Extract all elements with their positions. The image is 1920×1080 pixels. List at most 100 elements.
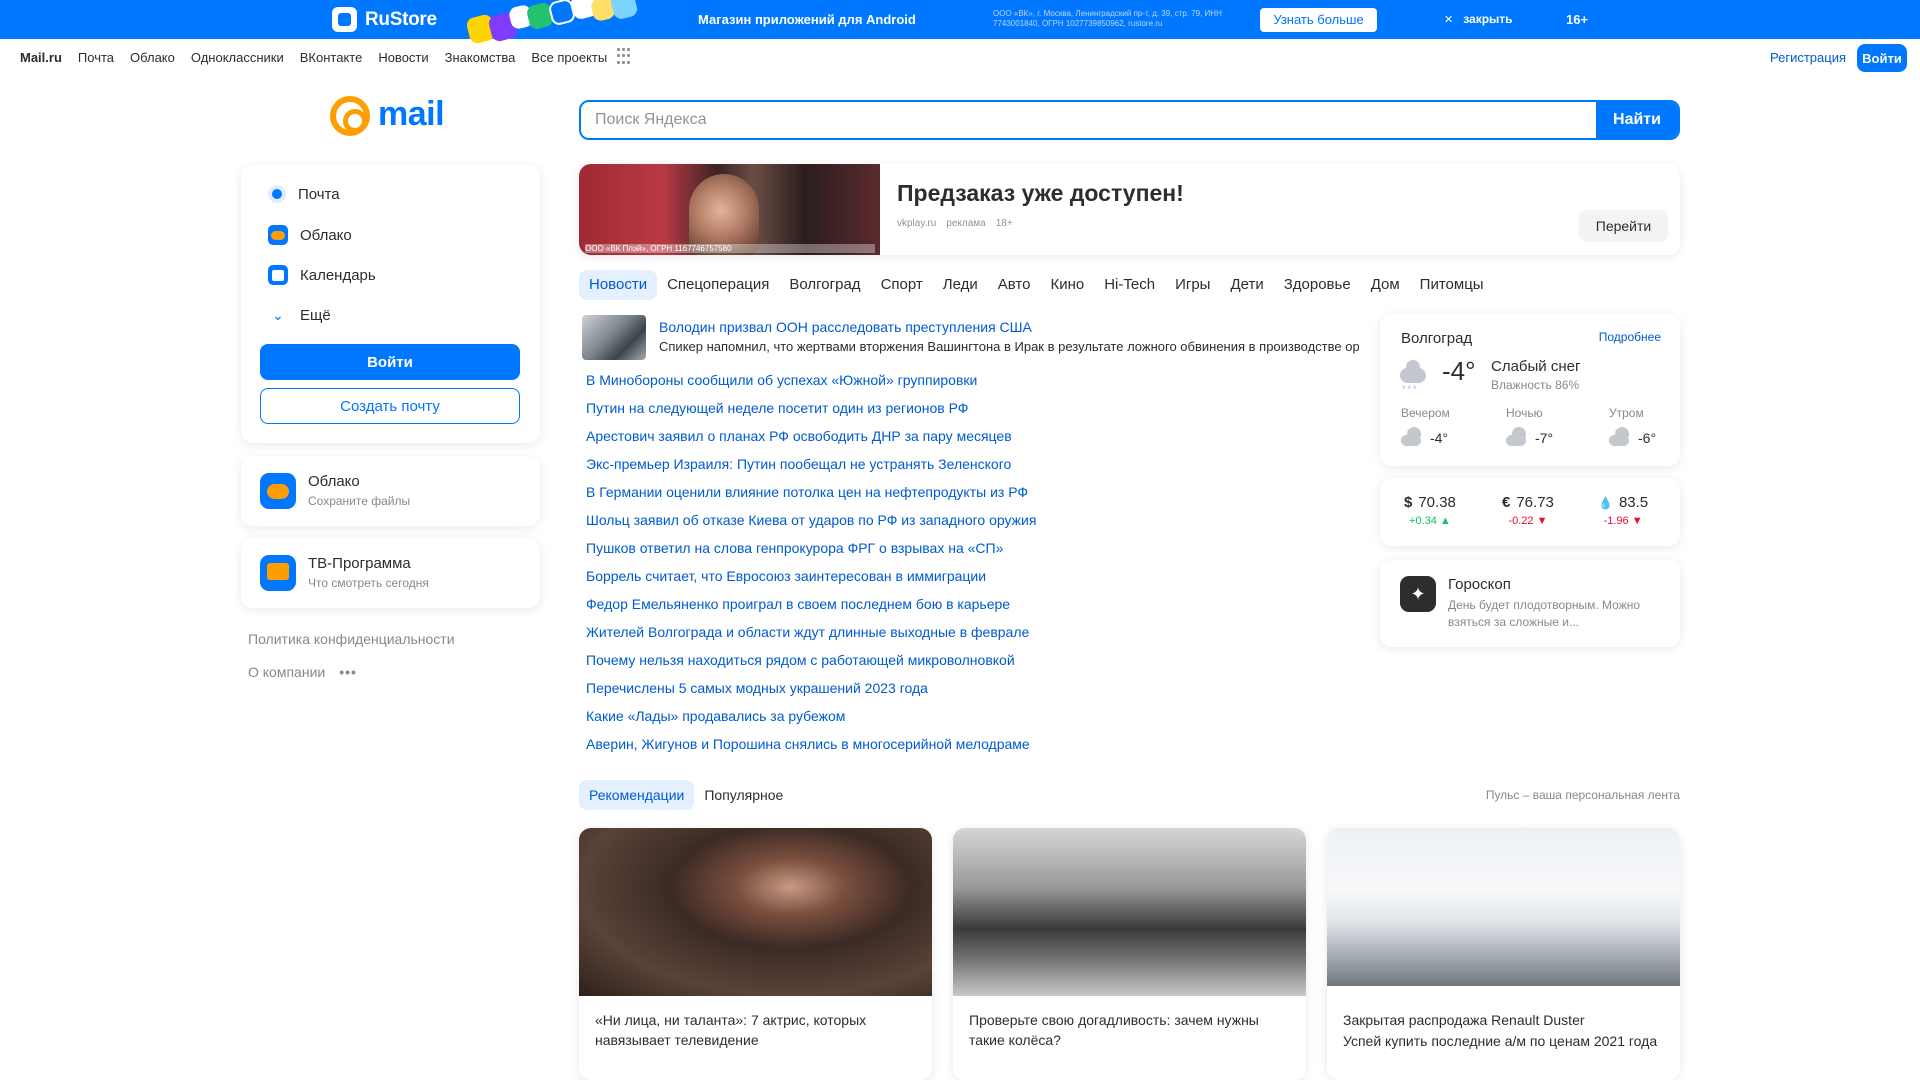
news-item[interactable]: Федор Емельяненко проиграл в своем после…: [586, 594, 1346, 622]
login-button[interactable]: Войти: [260, 344, 520, 380]
news-item[interactable]: Жителей Волгограда и области ждут длинны…: [586, 622, 1346, 650]
tab-recommendations[interactable]: Рекомендации: [579, 780, 695, 810]
mail-logo[interactable]: mail: [330, 94, 445, 136]
news-item[interactable]: Какие «Лады» продавались за рубежом: [586, 706, 1346, 734]
news-item[interactable]: Арестович заявил о планах РФ освободить …: [586, 426, 1346, 454]
search-button[interactable]: Найти: [1596, 102, 1678, 138]
promo-image: ООО «ВК Плэй», ОГРН 1167746757580: [579, 164, 880, 255]
lead-news-image[interactable]: [582, 315, 646, 360]
weather-widget[interactable]: Волгоград Подробнее *** -4° Слабый снег …: [1380, 314, 1680, 466]
feed-card[interactable]: Проверьте свою догадливость: зачем нужны…: [953, 828, 1306, 1080]
rate-delta: -1.96 ▼: [1603, 515, 1643, 527]
cloud-card[interactable]: Облако Сохраните файлы: [241, 456, 540, 526]
portal-link-mailru[interactable]: Mail.ru: [20, 50, 62, 65]
currency-rates-widget[interactable]: $70.38 +0.34 ▲ €76.73 -0.22 ▼ 💧 83.5 -1.9…: [1380, 478, 1680, 546]
horoscope-text: День будет плодотворным. Можно взяться з…: [1448, 598, 1641, 629]
promo-domain: vkplay.ru: [897, 218, 937, 229]
register-link[interactable]: Регистрация: [1770, 50, 1846, 65]
more-dots-icon[interactable]: •••: [339, 664, 357, 680]
tab-lady[interactable]: Леди: [933, 270, 988, 300]
learn-more-button[interactable]: Узнать больше: [1260, 8, 1377, 32]
rustore-logo[interactable]: RuStore: [332, 7, 437, 32]
tab-news[interactable]: Новости: [579, 270, 658, 300]
service-mail[interactable]: Почта: [268, 185, 340, 203]
tab-games[interactable]: Игры: [1165, 270, 1220, 300]
news-item[interactable]: Почему нельзя находиться рядом с работаю…: [586, 650, 1346, 678]
rustore-brand: RuStore: [365, 8, 437, 30]
service-more[interactable]: ⌄ Ещё: [268, 305, 331, 325]
horoscope-title: Гороскоп: [1448, 576, 1511, 593]
weather-part-temp: -4°: [1430, 430, 1449, 446]
tab-special-operation[interactable]: Спецоперация: [657, 270, 779, 300]
snow-cloud-icon: [1401, 427, 1421, 446]
feed-image: [953, 828, 1306, 996]
banner-tagline: Магазин приложений для Android: [698, 12, 916, 27]
service-calendar-label: Календарь: [300, 266, 376, 284]
feed-card[interactable]: «Ни лица, ни таланта»: 7 актрис, которых…: [579, 828, 932, 1080]
promo-go-button[interactable]: Перейти: [1579, 210, 1668, 242]
services-card: Почта Облако Календарь ⌄ Ещё Войти Созда…: [241, 165, 540, 443]
news-item[interactable]: Шольц заявил об отказе Киева от ударов п…: [586, 510, 1346, 538]
news-item[interactable]: В Минобороны сообщили об успехах «Южной»…: [586, 370, 1346, 398]
banner-close-button[interactable]: ✕ закрыть: [1444, 12, 1513, 26]
news-item[interactable]: Экс-премьер Израиля: Путин пообещал не у…: [586, 454, 1346, 482]
portal-link-ok[interactable]: Одноклассники: [191, 50, 284, 65]
mail-icon: [268, 185, 286, 203]
weather-more-link[interactable]: Подробнее: [1599, 330, 1661, 344]
portal-link-all-projects[interactable]: Все проекты: [531, 50, 607, 65]
tv-card[interactable]: ТВ-Программа Что смотреть сегодня: [241, 538, 540, 608]
news-item[interactable]: Аверин, Жигунов и Порошина снялись в мно…: [586, 734, 1346, 762]
portal-link-news[interactable]: Новости: [378, 50, 428, 65]
tab-pets[interactable]: Питомцы: [1410, 270, 1494, 300]
apps-grid-icon[interactable]: [617, 48, 631, 65]
news-item[interactable]: Путин на следующей неделе посетит один и…: [586, 398, 1346, 426]
tab-home[interactable]: Дом: [1361, 270, 1410, 300]
rate-eur[interactable]: €76.73 -0.22 ▼: [1502, 494, 1554, 527]
rate-usd[interactable]: $70.38 +0.34 ▲: [1404, 494, 1456, 527]
rate-oil[interactable]: 💧 83.5 -1.96 ▼: [1598, 494, 1648, 527]
weather-part-label: Утром: [1609, 406, 1644, 420]
lead-news-title[interactable]: Володин призвал ООН расследовать преступ…: [659, 319, 1032, 335]
feed-card[interactable]: Закрытая распродажа Renault Duster Успей…: [1327, 828, 1680, 1080]
tab-kino[interactable]: Кино: [1040, 270, 1094, 300]
tab-kids[interactable]: Дети: [1220, 270, 1273, 300]
news-item[interactable]: Перечислены 5 самых модных украшений 202…: [586, 678, 1346, 706]
pulse-tabs: Рекомендации Популярное: [579, 780, 793, 810]
tab-volgograd[interactable]: Волгоград: [779, 270, 870, 300]
service-cloud[interactable]: Облако: [268, 225, 352, 245]
rustore-banner[interactable]: RuStore Магазин приложений для Android О…: [0, 0, 1920, 45]
feed-image: [579, 828, 932, 996]
portal-link-cloud[interactable]: Облако: [130, 50, 175, 65]
rate-value: 70.38: [1418, 494, 1456, 511]
privacy-link[interactable]: Политика конфиденциальности: [248, 631, 455, 647]
logo-text: mail: [378, 94, 445, 133]
banner-close-label: закрыть: [1463, 12, 1513, 26]
service-calendar[interactable]: Календарь: [268, 265, 376, 285]
news-item[interactable]: В Германии оценили влияние потолка цен н…: [586, 482, 1346, 510]
header-login-button[interactable]: Войти: [1857, 44, 1907, 72]
promo-age: 18+: [995, 218, 1013, 229]
service-mail-label: Почта: [298, 185, 340, 203]
news-item[interactable]: Пушков ответил на слова генпрокурора ФРГ…: [586, 538, 1346, 566]
app-icons-illustration: [465, 0, 642, 45]
create-mail-button[interactable]: Создать почту: [260, 388, 520, 424]
search-input[interactable]: [581, 102, 1600, 138]
close-icon: ✕: [1444, 14, 1454, 26]
tab-auto[interactable]: Авто: [988, 270, 1041, 300]
tv-icon: [260, 555, 296, 591]
tab-sport[interactable]: Спорт: [871, 270, 933, 300]
news-item[interactable]: Боррель считает, что Евросоюз заинтересо…: [586, 566, 1346, 594]
at-sign-icon: [330, 96, 370, 136]
tab-popular[interactable]: Популярное: [694, 780, 793, 810]
about-link[interactable]: О компании: [248, 664, 325, 680]
tab-health[interactable]: Здоровье: [1274, 270, 1361, 300]
promo-banner[interactable]: ООО «ВК Плэй», ОГРН 1167746757580 Предза…: [579, 164, 1680, 255]
portal-link-dating[interactable]: Знакомства: [445, 50, 516, 65]
feed-image: [1327, 828, 1680, 986]
weather-city: Волгоград: [1401, 330, 1473, 347]
rustore-logo-icon: [332, 7, 357, 32]
horoscope-widget[interactable]: ✦ Гороскоп День будет плодотворным. Можн…: [1380, 560, 1680, 647]
portal-link-mail[interactable]: Почта: [78, 50, 114, 65]
portal-link-vk[interactable]: ВКонтакте: [300, 50, 363, 65]
tab-hitech[interactable]: Hi-Tech: [1094, 270, 1165, 300]
